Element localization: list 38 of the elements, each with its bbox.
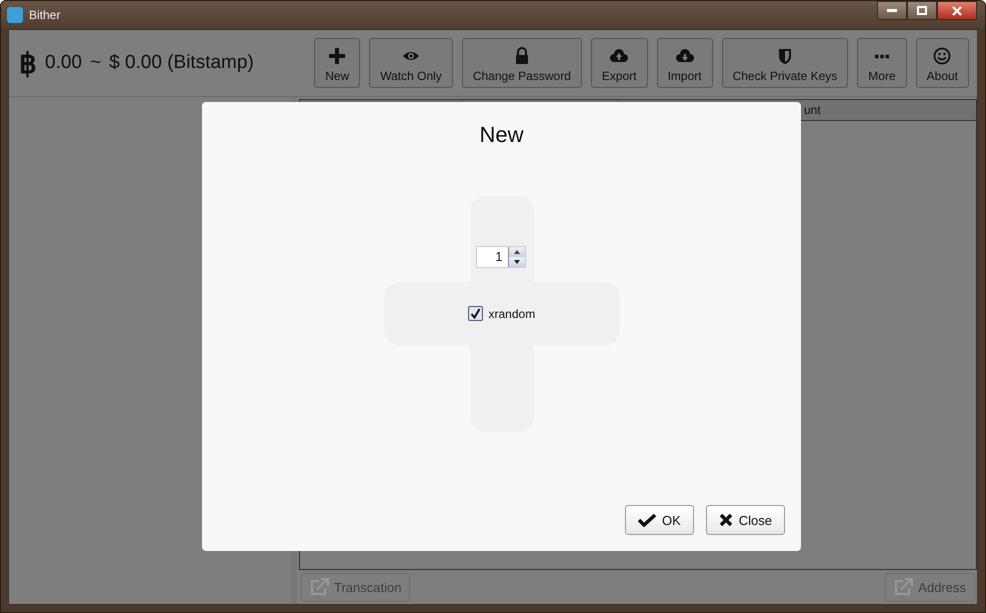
dialog-title: New — [479, 122, 524, 148]
btc-balance: 0.00 — [45, 52, 82, 74]
bitcoin-symbol: ฿ — [19, 46, 37, 80]
dialog-button[interactable]: OK — [624, 505, 694, 535]
plus-icon — [328, 47, 346, 65]
minimize-button[interactable] — [877, 1, 907, 20]
close-icon — [952, 6, 962, 16]
toolbar-button[interactable]: New — [314, 38, 360, 88]
maximize-icon — [917, 6, 927, 15]
external-link-icon — [894, 578, 914, 596]
external-link-icon — [310, 578, 330, 596]
cloud-upload-icon — [610, 47, 628, 65]
down-arrow-icon — [514, 260, 520, 264]
toolbar-button[interactable]: Change Password — [462, 38, 582, 88]
close-button[interactable] — [937, 1, 977, 20]
toolbar-button[interactable]: More — [857, 38, 907, 88]
check-icon — [638, 513, 656, 527]
window-title: Bither — [29, 8, 60, 22]
smiley-icon — [933, 47, 952, 65]
up-arrow-icon — [514, 250, 520, 254]
dialog-button[interactable]: Close — [706, 505, 785, 535]
toolbar-button[interactable]: Import — [656, 38, 713, 88]
fiat-balance: $ 0.00 (Bitstamp) — [109, 52, 254, 74]
xrandom-checkbox[interactable]: xrandom — [468, 306, 536, 321]
column-header: unt — [804, 103, 821, 117]
check-icon — [470, 308, 480, 319]
toolbar-button[interactable]: Check Private Keys — [722, 38, 848, 88]
count-spinner[interactable]: 1 — [476, 246, 526, 268]
close-icon — [718, 513, 733, 527]
cloud-download-icon — [676, 47, 694, 65]
more-icon — [872, 54, 891, 59]
toolbar-button[interactable]: Export — [590, 38, 648, 88]
app-icon — [7, 7, 23, 23]
approx-sign: ~ — [90, 52, 102, 74]
minimize-icon — [887, 8, 897, 12]
maximize-button[interactable] — [907, 1, 937, 20]
toolbar-button[interactable]: Watch Only — [369, 38, 453, 88]
toolbar-button[interactable]: About — [916, 38, 969, 88]
